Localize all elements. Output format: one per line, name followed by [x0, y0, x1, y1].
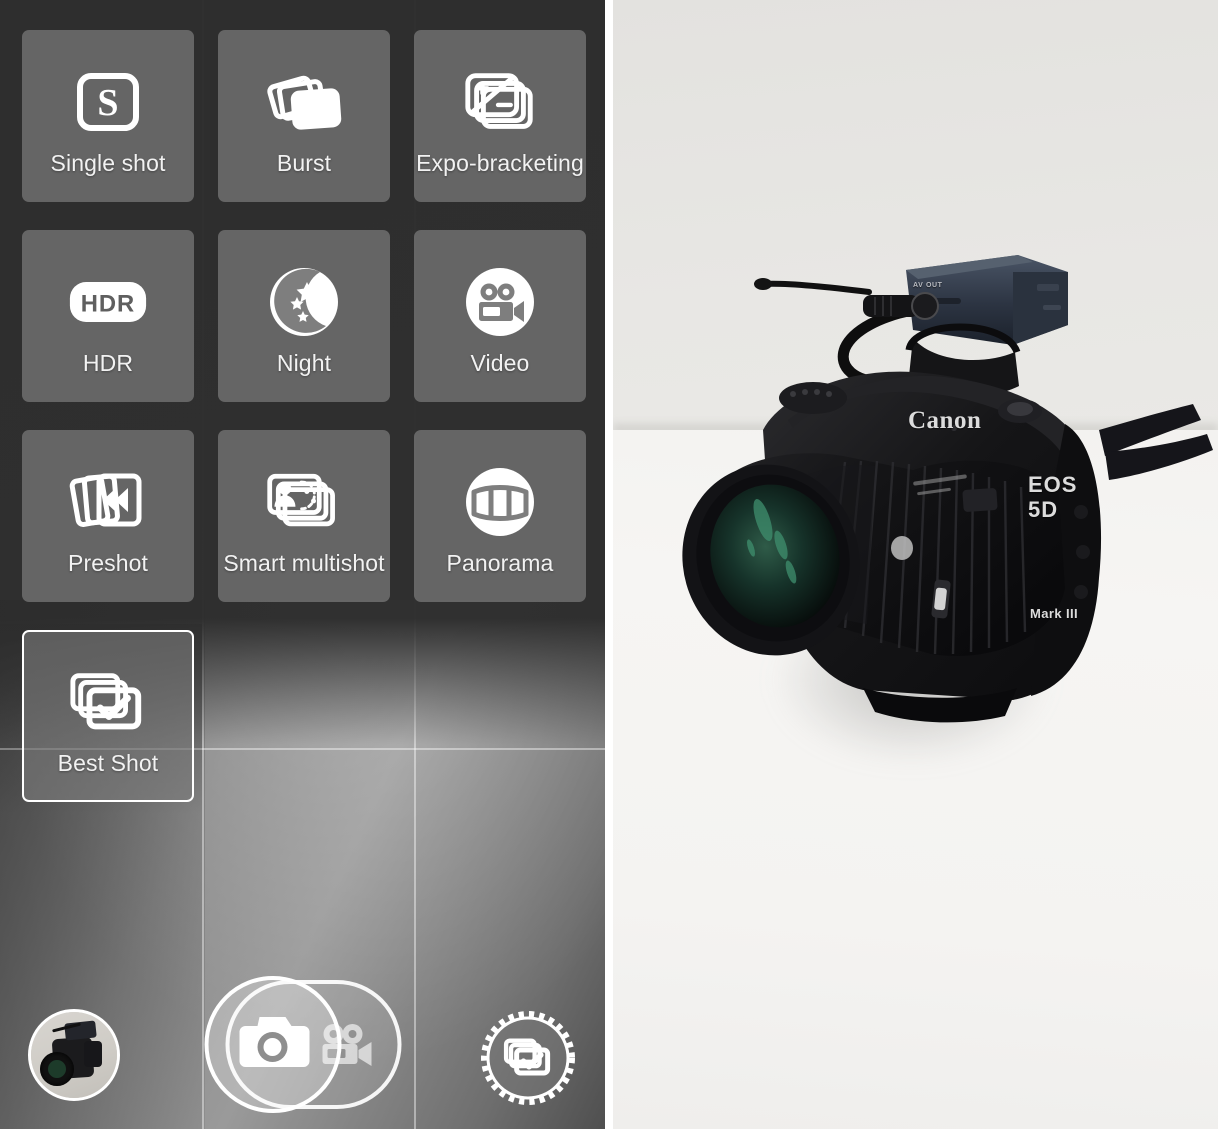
thumbnail-grip	[84, 1041, 102, 1068]
camera-app-screen: S Single shot Burst Expo-bracketing HDR …	[0, 0, 1218, 1129]
burst-icon	[264, 66, 344, 138]
smart-multishot-icon	[264, 466, 344, 538]
mode-label: Smart multishot	[223, 550, 385, 576]
capture-mode-toggle[interactable]	[204, 976, 401, 1113]
hdr-icon: HDR	[68, 266, 148, 338]
shooting-mode-grid: S Single shot Burst Expo-bracketing HDR …	[22, 30, 588, 802]
mode-label: Expo-bracketing	[416, 150, 584, 176]
camera-bottom-bar	[0, 960, 605, 1129]
preshot-rewind-icon	[68, 466, 148, 538]
photo-camera-icon	[234, 1011, 312, 1078]
gallery-thumbnail-button[interactable]	[28, 1009, 120, 1101]
panel-divider	[605, 0, 613, 1129]
mode-label: Best Shot	[57, 750, 159, 776]
night-moon-icon	[264, 266, 344, 338]
mode-tile-hdr[interactable]: HDR HDR	[22, 230, 194, 402]
mode-tile-preshot[interactable]: Preshot	[22, 430, 194, 602]
captured-photo-panel: Canon EOS 5D Mark III AV OUT	[613, 0, 1218, 1129]
single-shot-icon: S	[68, 66, 148, 138]
thumbnail-lens	[39, 1051, 74, 1086]
svg-text:S: S	[97, 82, 118, 124]
scalloped-ring	[481, 1011, 575, 1105]
mode-tile-burst[interactable]: Burst	[218, 30, 390, 202]
mode-tile-panorama[interactable]: Panorama	[414, 430, 586, 602]
camera-model-mark: EOS 5D	[1028, 472, 1078, 522]
expo-bracketing-icon	[460, 66, 540, 138]
mode-tile-expo-bracketing[interactable]: Expo-bracketing	[414, 30, 586, 202]
mode-tile-smart-multishot[interactable]: Smart multishot	[218, 430, 390, 602]
mode-label: Video	[470, 350, 530, 376]
mode-label: Night	[276, 350, 332, 376]
svg-text:HDR: HDR	[81, 291, 135, 318]
mode-label: HDR	[82, 350, 134, 376]
video-camera-icon	[460, 266, 540, 338]
mode-label: Panorama	[446, 550, 554, 576]
camera-mode-dial	[779, 382, 847, 414]
best-shot-icon	[68, 666, 148, 738]
mode-tile-video[interactable]: Video	[414, 230, 586, 402]
panorama-icon	[460, 466, 540, 538]
canon-brand-mark: Canon	[908, 407, 982, 434]
photo-camera-subject	[613, 0, 1218, 1129]
camera-model-suffix-mark: Mark III	[1030, 606, 1078, 621]
mode-label: Preshot	[68, 550, 148, 576]
camera-strap	[1099, 404, 1213, 480]
shutter-button[interactable]	[204, 976, 341, 1113]
mode-label: Burst	[276, 150, 332, 176]
best-shot-mode-badge[interactable]	[479, 1009, 577, 1107]
mode-tile-night[interactable]: Night	[218, 230, 390, 402]
av-out-port-label: AV OUT	[913, 282, 943, 289]
mode-label: Single shot	[50, 150, 166, 176]
camera-viewfinder[interactable]: S Single shot Burst Expo-bracketing HDR …	[0, 0, 605, 1129]
mode-tile-single-shot[interactable]: S Single shot	[22, 30, 194, 202]
mode-tile-best-shot[interactable]: Best Shot	[22, 630, 194, 802]
